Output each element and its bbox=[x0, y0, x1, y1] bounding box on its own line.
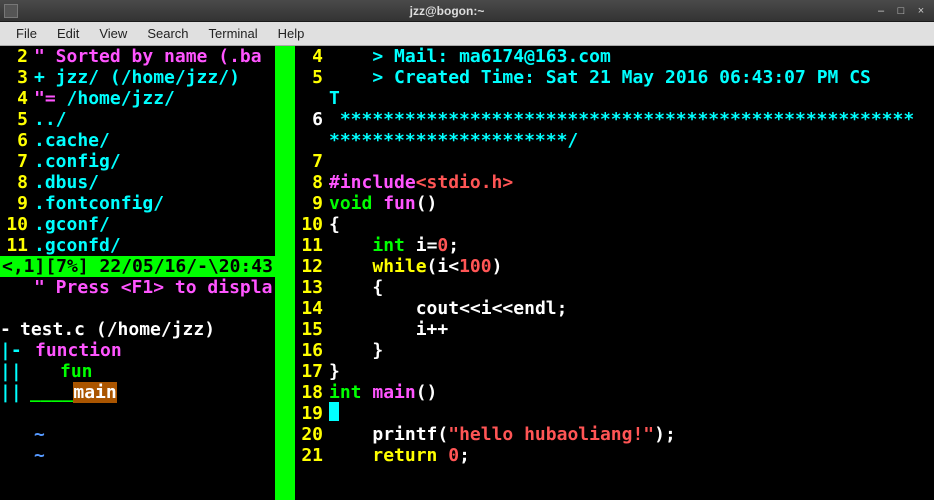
comment-divider: ****************************************… bbox=[329, 109, 934, 130]
line-num: 2 bbox=[0, 46, 34, 67]
menu-view[interactable]: View bbox=[89, 23, 137, 44]
dir-dbus[interactable]: .dbus/ bbox=[34, 172, 275, 193]
dir-gconfd[interactable]: .gconfd/ bbox=[34, 235, 275, 256]
fn-main: main bbox=[362, 382, 416, 403]
tilde-icon: ~ bbox=[34, 445, 45, 466]
minimize-button[interactable]: – bbox=[872, 3, 890, 19]
menu-help[interactable]: Help bbox=[268, 23, 315, 44]
line-num: 4 bbox=[0, 88, 34, 109]
menu-search[interactable]: Search bbox=[137, 23, 198, 44]
mail-value: ma6174@163.com bbox=[448, 46, 611, 67]
window-title: jzz@bogon:~ bbox=[22, 4, 872, 18]
maximize-button[interactable]: □ bbox=[892, 3, 910, 19]
menu-terminal[interactable]: Terminal bbox=[199, 23, 268, 44]
close-button[interactable]: × bbox=[912, 3, 930, 19]
nerdtree-sort-label: Sorted by name (.ba bbox=[45, 46, 262, 67]
menubar: File Edit View Search Terminal Help bbox=[0, 22, 934, 46]
line-num: 3 bbox=[0, 67, 34, 88]
line-num: 17 bbox=[295, 361, 329, 382]
help-hint: Press <F1> to displa bbox=[45, 277, 273, 298]
right-pane[interactable]: 4 > Mail: ma6174@163.com 5 > Created Tim… bbox=[295, 46, 934, 500]
line-num: 20 bbox=[295, 424, 329, 445]
dir-config[interactable]: .config/ bbox=[34, 151, 275, 172]
line-num: 7 bbox=[0, 151, 34, 172]
line-num: 6 bbox=[0, 130, 34, 151]
tagbar-section: function bbox=[35, 340, 122, 361]
include-header: <stdio.h> bbox=[416, 172, 514, 193]
dir-fontconfig[interactable]: .fontconfig/ bbox=[34, 193, 275, 214]
app-icon bbox=[4, 4, 18, 18]
cursor bbox=[329, 402, 339, 421]
left-pane[interactable]: 2" Sorted by name (.ba 3+ jzz/ (/home/jz… bbox=[0, 46, 275, 500]
line-num: 18 bbox=[295, 382, 329, 403]
menu-edit[interactable]: Edit bbox=[47, 23, 89, 44]
line-num: 7 bbox=[295, 151, 329, 172]
dir-parent[interactable]: ../ bbox=[34, 109, 275, 130]
line-num: 10 bbox=[295, 214, 329, 235]
include-directive: #include bbox=[329, 172, 416, 193]
line-num: 10 bbox=[0, 214, 34, 235]
left-statusline: <,1][7%] 22/05/16/-\20:43 bbox=[0, 256, 275, 277]
vertical-split[interactable] bbox=[275, 46, 295, 500]
line-num: 9 bbox=[295, 193, 329, 214]
line-num-current: 6 bbox=[295, 109, 329, 130]
line-num: 5 bbox=[295, 67, 329, 88]
fn-fun: fun bbox=[372, 193, 415, 214]
line-num: 13 bbox=[295, 277, 329, 298]
line-num: 12 bbox=[295, 256, 329, 277]
dir-cache[interactable]: .cache/ bbox=[34, 130, 275, 151]
line-num: 21 bbox=[295, 445, 329, 466]
dir-gconf[interactable]: .gconf/ bbox=[34, 214, 275, 235]
nerdtree-root: jzz/ (/home/jzz/) bbox=[45, 67, 240, 88]
line-num: 5 bbox=[0, 109, 34, 130]
created-time: Sat 21 May 2016 06:43:07 PM CS bbox=[535, 67, 871, 88]
line-num: 11 bbox=[295, 235, 329, 256]
line-num: 8 bbox=[0, 172, 34, 193]
line-num: 14 bbox=[295, 298, 329, 319]
line-num: 19 bbox=[295, 403, 329, 424]
menu-file[interactable]: File bbox=[6, 23, 47, 44]
line-num: 9 bbox=[0, 193, 34, 214]
line-num: 8 bbox=[295, 172, 329, 193]
nerdtree-path: /home/jzz/ bbox=[56, 88, 175, 109]
line-num: 11 bbox=[0, 235, 34, 256]
tagbar-main[interactable]: main bbox=[73, 382, 116, 403]
line-num: 15 bbox=[295, 319, 329, 340]
tagbar-fun[interactable]: fun bbox=[60, 361, 93, 382]
line-num: 4 bbox=[295, 46, 329, 67]
tilde-icon: ~ bbox=[34, 424, 45, 445]
editor: 2" Sorted by name (.ba 3+ jzz/ (/home/jz… bbox=[0, 46, 934, 500]
string-literal: "hello hubaoliang!" bbox=[448, 424, 654, 445]
tagbar-file: test.c (/home/jzz) bbox=[20, 319, 215, 340]
window-titlebar: jzz@bogon:~ – □ × bbox=[0, 0, 934, 22]
line-num: 16 bbox=[295, 340, 329, 361]
